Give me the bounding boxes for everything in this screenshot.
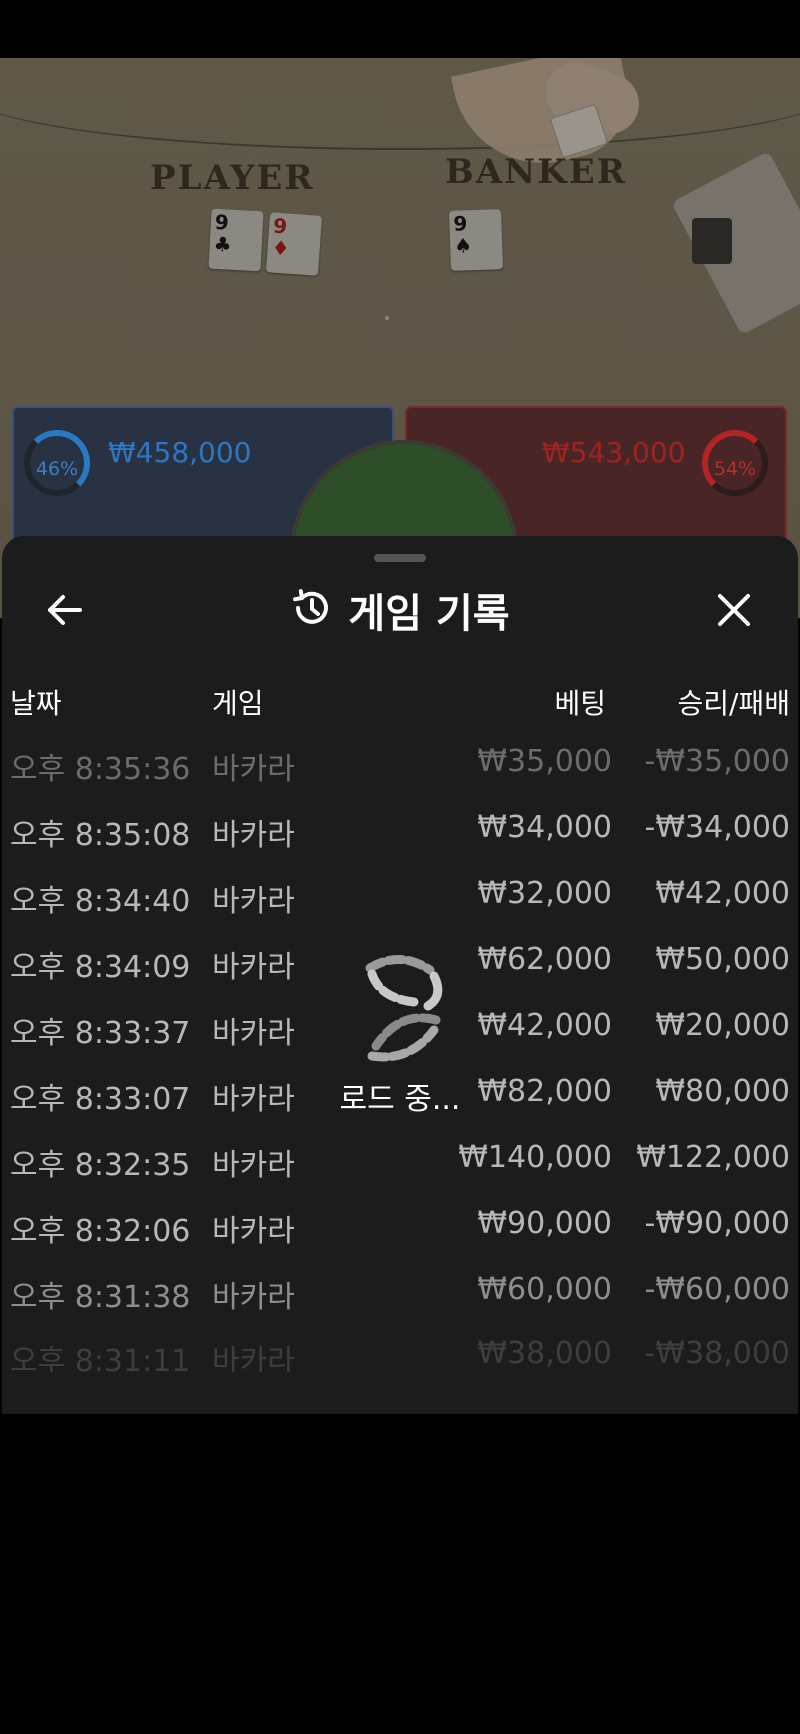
card-shoe — [671, 150, 800, 336]
sheet-title-bar: 게임 기록 — [2, 580, 798, 640]
bottom-blank-area — [0, 1414, 800, 1734]
player-bet-amount: ₩458,000 — [108, 436, 252, 469]
column-result: 승리/패배 — [677, 687, 790, 720]
loading-spinner-icon — [365, 955, 443, 1062]
column-game: 게임 — [212, 687, 264, 720]
player-label: PLAYER — [150, 158, 315, 198]
close-icon — [718, 594, 750, 626]
table-row[interactable]: 오후 8:35:08 바카라 ₩34,000 -₩34,000 — [2, 800, 798, 866]
table-row[interactable]: 오후 8:31:11 바카라 ₩38,000 -₩38,000 — [2, 1328, 798, 1372]
banker-label: BANKER — [445, 152, 627, 192]
table-mark — [385, 316, 389, 320]
column-date: 날짜 — [10, 687, 62, 720]
close-button[interactable] — [704, 580, 764, 640]
column-bet: 베팅 — [554, 687, 606, 720]
table-row[interactable]: 오후 8:35:36 바카라 ₩35,000 -₩35,000 — [2, 734, 798, 800]
table-row[interactable]: 오후 8:34:40 바카라 ₩32,000 ₩42,000 — [2, 866, 798, 932]
table-edge — [0, 58, 800, 150]
banker-bet-amount: ₩543,000 — [542, 436, 686, 469]
table-row[interactable]: 오후 8:32:06 바카라 ₩90,000 -₩90,000 — [2, 1196, 798, 1262]
loading-text: 로드 중... — [339, 1082, 461, 1117]
player-card-1: 9 ♣ — [208, 208, 264, 272]
loading-indicator: 로드 중... — [302, 950, 498, 1150]
game-history-sheet: 게임 기록 날짜 게임 베팅 승리/패배 오후 8:35:36 바카라 ₩35,0… — [2, 536, 798, 1414]
banker-percent-ring: 54% — [702, 430, 768, 496]
sheet-title: 게임 기록 — [348, 591, 510, 637]
player-percent-ring: 46% — [24, 430, 90, 496]
banker-card-1: 9 ♠ — [448, 209, 504, 271]
history-table-header: 날짜 게임 베팅 승리/패배 — [2, 682, 798, 722]
drag-handle[interactable] — [374, 554, 426, 562]
card-shoe-front — [692, 218, 732, 264]
table-row[interactable]: 오후 8:31:38 바카라 ₩60,000 -₩60,000 — [2, 1262, 798, 1328]
arrow-left-icon — [48, 595, 82, 625]
back-button[interactable] — [34, 580, 94, 640]
player-card-2: 9 ♦ — [265, 212, 323, 276]
history-icon — [290, 586, 334, 634]
